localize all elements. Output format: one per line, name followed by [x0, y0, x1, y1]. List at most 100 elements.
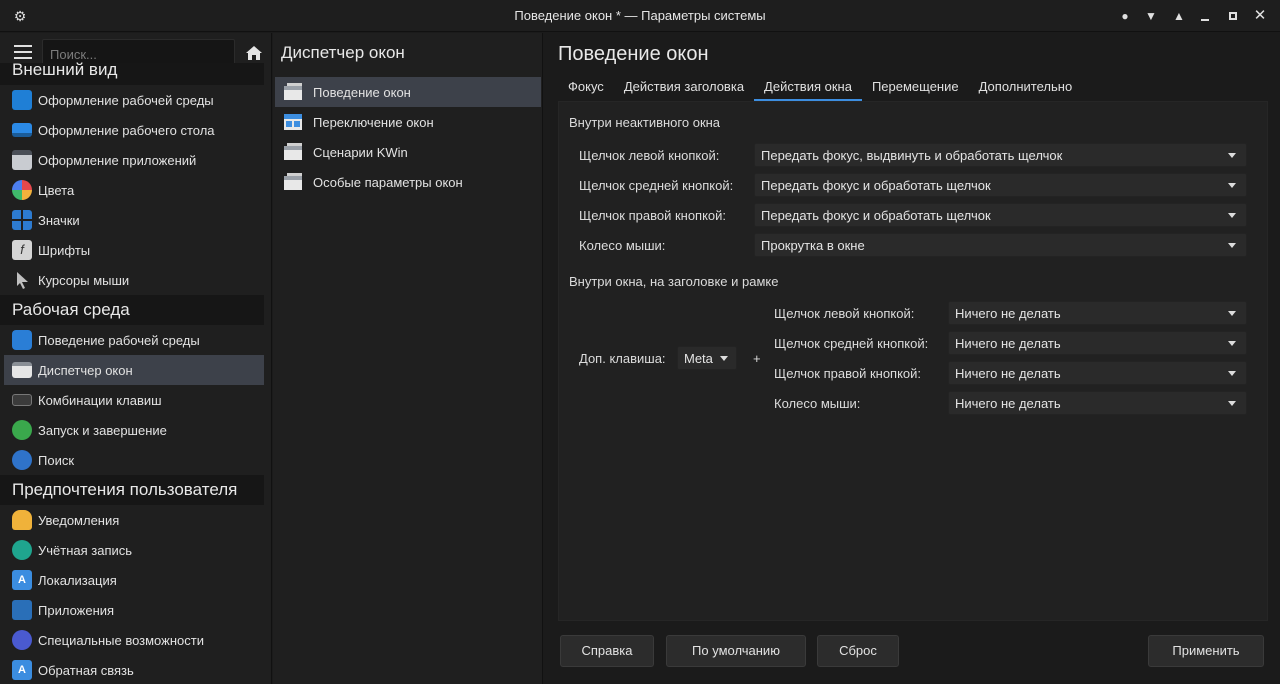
plus-sign: +	[753, 351, 761, 366]
combo-value: Передать фокус и обработать щелчок	[761, 177, 991, 193]
sidebar-item-label: Приложения	[38, 602, 115, 618]
chevron-down-icon	[1228, 182, 1236, 188]
modifier-key-label: Доп. клавиша:	[579, 351, 666, 366]
sidebar-item-shortcuts[interactable]: Комбинации клавиш	[4, 385, 264, 415]
sidebar-item-label: Учётная запись	[38, 542, 133, 558]
colors-icon	[12, 180, 32, 200]
inactive-middle-click-combo[interactable]: Передать фокус и обработать щелчок	[754, 173, 1247, 197]
sidebar-item-cursor[interactable]: Курсоры мыши	[4, 265, 264, 295]
sidebar-item-label: Запуск и завершение	[38, 422, 167, 438]
sidebar-item-plasma-style[interactable]: Оформление рабочей среды	[4, 85, 264, 115]
title-bar: ⚙ Поведение окон * — Параметры системы ●…	[0, 0, 1280, 32]
inactive-left-click-combo[interactable]: Передать фокус, выдвинуть и обработать щ…	[754, 143, 1247, 167]
subcategory-item-window-rules[interactable]: Особые параметры окон	[275, 167, 541, 197]
sidebar-item-label: Локализация	[38, 572, 117, 588]
window-rules-icon	[283, 173, 303, 191]
sidebar-item-label: Обратная связь	[38, 662, 134, 678]
shade-down-icon[interactable]: ▼	[1142, 7, 1160, 25]
subcategory-item-window-behavior[interactable]: Поведение окон	[275, 77, 541, 107]
tab-movement[interactable]: Перемещение	[862, 75, 969, 101]
tab-focus[interactable]: Фокус	[558, 75, 614, 101]
combo-value: Ничего не делать	[955, 365, 1061, 381]
sidebar-item-label: Диспетчер окон	[38, 362, 133, 378]
keep-above-icon[interactable]: ●	[1116, 7, 1134, 25]
inside-wheel-combo[interactable]: Ничего не делать	[948, 391, 1247, 415]
sidebar-item-workspace-behavior[interactable]: Поведение рабочей среды	[4, 325, 264, 355]
desktop-theme-icon	[12, 123, 32, 137]
combo-value: Ничего не делать	[955, 305, 1061, 321]
sidebar-item-label: Комбинации клавиш	[38, 392, 162, 408]
inside-middle-click-combo[interactable]: Ничего не делать	[948, 331, 1247, 355]
bell-icon	[12, 510, 32, 530]
keyboard-icon	[12, 394, 32, 406]
sidebar-item-colors[interactable]: Цвета	[4, 175, 264, 205]
sidebar-item-icons[interactable]: Значки	[4, 205, 264, 235]
inside-left-click-combo[interactable]: Ничего не делать	[948, 301, 1247, 325]
inactive-wheel-label: Колесо мыши:	[579, 238, 666, 253]
app-style-icon	[12, 150, 32, 170]
main-panel: Поведение окон Фокус Действия заголовка …	[544, 33, 1280, 684]
sidebar-section-workspace: Рабочая среда	[0, 295, 264, 325]
subcategory-item-task-switcher[interactable]: Переключение окон	[275, 107, 541, 137]
sidebar-item-locale[interactable]: A Локализация	[4, 565, 264, 595]
sidebar-item-label: Специальные возможности	[38, 632, 204, 648]
inactive-right-click-combo[interactable]: Передать фокус и обработать щелчок	[754, 203, 1247, 227]
tab-advanced[interactable]: Дополнительно	[969, 75, 1083, 101]
sidebar-item-window-manager[interactable]: Диспетчер окон	[4, 355, 264, 385]
minimize-icon[interactable]	[1196, 7, 1214, 25]
home-icon[interactable]	[244, 44, 264, 62]
sidebar-item-app-style[interactable]: Оформление приложений	[4, 145, 264, 175]
inside-wheel-label: Колесо мыши:	[774, 396, 861, 411]
inactive-left-click-label: Щелчок левой кнопкой:	[579, 148, 720, 163]
subcategory-label: Поведение окон	[313, 84, 411, 100]
sidebar-item-label: Курсоры мыши	[38, 272, 130, 288]
combo-value: Ничего не делать	[955, 335, 1061, 351]
modifier-key-combo[interactable]: Meta	[677, 346, 737, 370]
defaults-button[interactable]: По умолчанию	[666, 635, 806, 667]
inside-left-click-label: Щелчок левой кнопкой:	[774, 306, 915, 321]
sidebar-section-appearance: Внешний вид	[0, 61, 264, 85]
sidebar-item-account[interactable]: Учётная запись	[4, 535, 264, 565]
chevron-down-icon	[1228, 310, 1236, 316]
chevron-down-icon	[1228, 212, 1236, 218]
sidebar-item-accessibility[interactable]: Специальные возможности	[4, 625, 264, 655]
tab-content: Внутри неактивного окна Щелчок левой кно…	[558, 101, 1268, 621]
tab-window-actions[interactable]: Действия окна	[754, 75, 862, 101]
close-icon[interactable]: ✕	[1251, 7, 1269, 25]
tab-titlebar-actions[interactable]: Действия заголовка	[614, 75, 754, 101]
apply-button[interactable]: Применить	[1148, 635, 1264, 667]
sidebar-item-notifications[interactable]: Уведомления	[4, 505, 264, 535]
sidebar-item-search[interactable]: Поиск	[4, 445, 264, 475]
sidebar-item-startup[interactable]: Запуск и завершение	[4, 415, 264, 445]
maximize-icon[interactable]	[1224, 7, 1242, 25]
sidebar: Внешний вид Оформление рабочей среды Офо…	[0, 33, 272, 684]
inactive-middle-click-label: Щелчок средней кнопкой:	[579, 178, 734, 193]
sidebar-section-user-preferences: Предпочтения пользователя	[0, 475, 264, 505]
sidebar-item-applications[interactable]: Приложения	[4, 595, 264, 625]
sidebar-item-feedback[interactable]: A Обратная связь	[4, 655, 264, 684]
applications-icon	[12, 600, 32, 620]
subcategory-label: Переключение окон	[313, 114, 434, 130]
locale-icon: A	[12, 570, 32, 590]
search-icon	[12, 450, 32, 470]
help-button[interactable]: Справка	[560, 635, 654, 667]
workspace-behavior-icon	[12, 330, 32, 350]
sidebar-item-desktop-theme[interactable]: Оформление рабочего стола	[4, 115, 264, 145]
sidebar-item-fonts[interactable]: f Шрифты	[4, 235, 264, 265]
chevron-down-icon	[1228, 340, 1236, 346]
inactive-group-title: Внутри неактивного окна	[569, 115, 721, 130]
sidebar-item-label: Оформление рабочего стола	[38, 122, 215, 138]
plasma-style-icon	[12, 90, 32, 110]
reset-button[interactable]: Сброс	[817, 635, 899, 667]
hamburger-menu-icon[interactable]	[14, 45, 32, 61]
sidebar-item-label: Оформление приложений	[38, 152, 197, 168]
shade-up-icon[interactable]: ▲	[1170, 7, 1188, 25]
subcategory-item-kwin-scripts[interactable]: Сценарии KWin	[275, 137, 541, 167]
inside-right-click-combo[interactable]: Ничего не делать	[948, 361, 1247, 385]
sidebar-list: Внешний вид Оформление рабочей среды Офо…	[0, 61, 271, 684]
sidebar-item-label: Оформление рабочей среды	[38, 92, 214, 108]
inactive-wheel-combo[interactable]: Прокрутка в окне	[754, 233, 1247, 257]
chevron-down-icon	[1228, 152, 1236, 158]
user-icon	[12, 540, 32, 560]
sidebar-item-label: Значки	[38, 212, 80, 228]
